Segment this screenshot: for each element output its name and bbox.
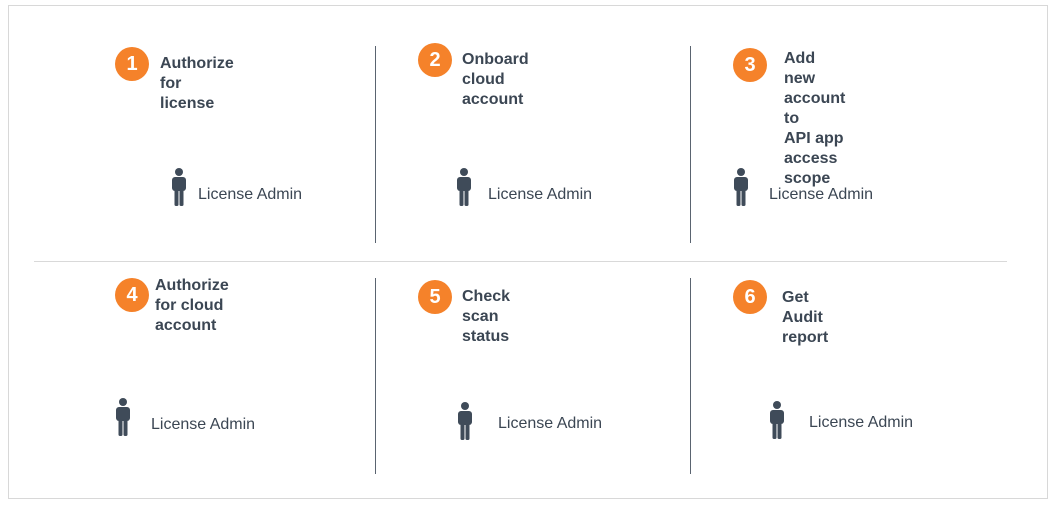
step-title: Onboard cloud account [462,51,529,108]
role-label: License Admin [769,186,874,203]
step-title: Check scan status [462,288,511,345]
row-divider [34,261,1007,262]
step-title: Add new account to API app access scope [784,50,846,187]
role-label: License Admin [498,415,603,432]
column-divider [375,278,376,474]
person-icon [172,168,186,206]
step-number-badge: 3 [733,48,767,82]
role-label: License Admin [488,186,593,203]
role-label: License Admin [151,416,256,433]
person-icon [116,398,130,436]
role-label: License Admin [198,186,303,203]
person-icon [770,401,784,439]
person-icon [457,168,471,206]
step-number-badge: 4 [115,278,149,312]
step-title: Authorize for license [160,55,234,112]
step-number-badge: 2 [418,43,452,77]
column-divider [690,46,691,243]
column-divider [690,278,691,474]
step-title: Authorize for cloud account [155,277,229,334]
step-number-badge: 6 [733,280,767,314]
column-divider [375,46,376,243]
step-title: Get Audit report [782,289,829,346]
person-icon [458,402,472,440]
role-label: License Admin [809,414,914,431]
step-number-badge: 5 [418,280,452,314]
person-icon [734,168,748,206]
step-number-badge: 1 [115,47,149,81]
